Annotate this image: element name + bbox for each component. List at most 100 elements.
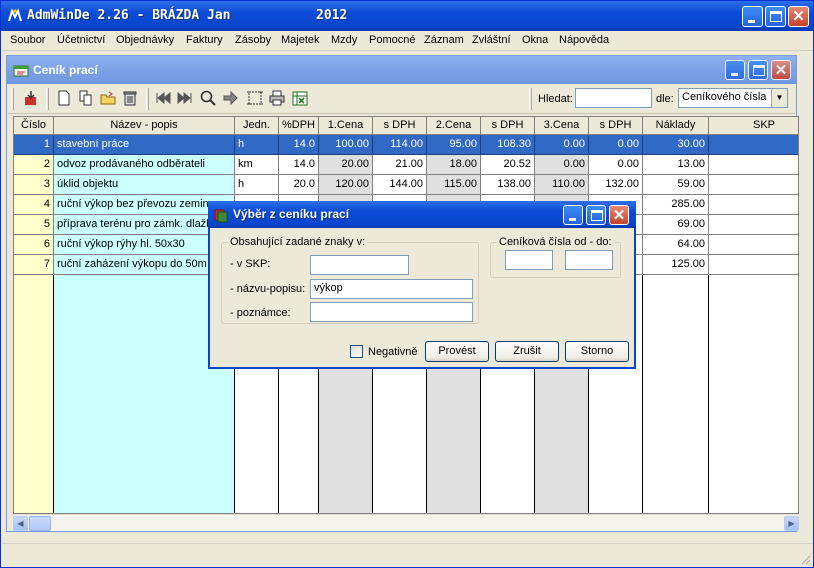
table-cell[interactable]: 20.52 (481, 155, 535, 175)
table-cell[interactable]: 0.00 (589, 135, 643, 155)
menu-soubor[interactable]: Soubor (10, 34, 45, 46)
filter-dialog-title-bar[interactable]: Výběr z ceníku prací ✕ (208, 201, 636, 228)
table-cell[interactable]: 120.00 (319, 175, 373, 195)
print-icon[interactable] (268, 89, 286, 107)
table-cell[interactable]: 132.00 (589, 175, 643, 195)
column-header[interactable]: Náklady (643, 117, 709, 135)
table-cell[interactable]: 20.0 (279, 175, 319, 195)
table-cell[interactable] (709, 155, 798, 175)
execute-button[interactable]: Provést (425, 341, 489, 362)
name-input[interactable]: výkop (310, 279, 473, 299)
column-header[interactable]: s DPH (481, 117, 535, 135)
skp-input[interactable] (310, 255, 409, 275)
table-row[interactable]: 1 stavební práce h 14.0 100.00 114.00 95.00 108… (14, 135, 798, 155)
dialog-maximize-button[interactable] (586, 205, 606, 225)
column-header[interactable]: 3.Cena (535, 117, 589, 135)
menu-majetek[interactable]: Majetek (281, 34, 320, 46)
table-cell[interactable] (709, 135, 798, 155)
column-header[interactable]: s DPH (373, 117, 427, 135)
table-cell[interactable]: 0.00 (589, 155, 643, 175)
table-cell[interactable]: odvoz prodávaného odběrateli (54, 155, 235, 175)
table-cell[interactable]: 14.0 (279, 155, 319, 175)
excel-export-icon[interactable] (291, 89, 309, 107)
menu-napoveda[interactable]: Nápověda (559, 34, 609, 46)
table-cell[interactable]: 14.0 (279, 135, 319, 155)
search-icon[interactable] (199, 89, 217, 107)
table-cell[interactable]: 3 (14, 175, 54, 195)
menu-zasoby[interactable]: Zásoby (235, 34, 271, 46)
scrollbar-thumb[interactable] (29, 516, 51, 531)
search-input[interactable] (575, 88, 652, 108)
table-cell[interactable]: 18.00 (427, 155, 481, 175)
table-cell[interactable]: 115.00 (427, 175, 481, 195)
resize-grip-icon[interactable] (799, 553, 811, 565)
table-cell[interactable]: h (235, 135, 279, 155)
menu-mzdy[interactable]: Mzdy (331, 34, 357, 46)
table-cell[interactable] (709, 255, 798, 275)
maximize-button[interactable] (765, 6, 786, 27)
column-header[interactable]: 1.Cena (319, 117, 373, 135)
note-input[interactable] (310, 302, 473, 322)
table-cell[interactable]: úklid objektu (54, 175, 235, 195)
table-cell[interactable]: 108.30 (481, 135, 535, 155)
goto-arrow-icon[interactable] (221, 89, 239, 107)
child-maximize-button[interactable] (748, 60, 768, 80)
table-cell[interactable]: 2 (14, 155, 54, 175)
search-by-select[interactable]: Ceníkového čísla ▼ (678, 88, 788, 108)
range-to-input[interactable] (565, 250, 613, 270)
last-record-icon[interactable] (176, 89, 194, 107)
table-cell[interactable]: 114.00 (373, 135, 427, 155)
table-cell[interactable]: 1 (14, 135, 54, 155)
scroll-right-icon[interactable]: ▶ (784, 516, 799, 531)
table-cell[interactable]: 138.00 (481, 175, 535, 195)
column-header[interactable]: Jedn. (235, 117, 279, 135)
copy-icon[interactable] (77, 89, 95, 107)
table-cell[interactable]: 13.00 (643, 155, 709, 175)
table-cell[interactable]: 6 (14, 235, 54, 255)
table-cell[interactable]: 69.00 (643, 215, 709, 235)
table-cell[interactable]: 64.00 (643, 235, 709, 255)
menu-pomocne[interactable]: Pomocné (369, 34, 415, 46)
table-cell[interactable]: 0.00 (535, 135, 589, 155)
table-cell[interactable]: h (235, 175, 279, 195)
table-cell[interactable]: 30.00 (643, 135, 709, 155)
price-list-title-bar[interactable]: Ceník prací ✕ (7, 56, 796, 84)
negative-checkbox[interactable] (350, 345, 363, 358)
column-header[interactable]: s DPH (589, 117, 643, 135)
menu-objednavky[interactable]: Objednávky (116, 34, 174, 46)
table-cell[interactable] (709, 175, 798, 195)
scroll-left-icon[interactable]: ◀ (13, 516, 28, 531)
table-cell[interactable]: 5 (14, 215, 54, 235)
column-header[interactable]: Název - popis (54, 117, 235, 135)
storno-button[interactable]: Storno (565, 341, 629, 362)
first-record-icon[interactable] (154, 89, 172, 107)
table-cell[interactable]: 144.00 (373, 175, 427, 195)
clear-filter-button[interactable]: Zrušit (495, 341, 559, 362)
open-folder-icon[interactable] (99, 89, 117, 107)
column-header[interactable]: SKP (709, 117, 798, 135)
table-cell[interactable]: 95.00 (427, 135, 481, 155)
exit-icon[interactable] (22, 89, 40, 107)
menu-okna[interactable]: Okna (522, 34, 548, 46)
table-row[interactable]: 2 odvoz prodávaného odběrateli km 14.0 20.00… (14, 155, 798, 175)
range-from-input[interactable] (505, 250, 553, 270)
chevron-down-icon[interactable]: ▼ (771, 89, 787, 107)
table-cell[interactable]: 4 (14, 195, 54, 215)
table-cell[interactable]: 110.00 (535, 175, 589, 195)
menu-ucetnictvi[interactable]: Účetnictví (57, 34, 105, 46)
table-cell[interactable] (709, 215, 798, 235)
menu-zvlastni[interactable]: Zvláštní (472, 34, 511, 46)
table-cell[interactable]: 20.00 (319, 155, 373, 175)
select-range-icon[interactable] (246, 89, 264, 107)
dialog-close-button[interactable]: ✕ (609, 205, 629, 225)
column-header[interactable]: %DPH (279, 117, 319, 135)
dialog-minimize-button[interactable] (563, 205, 583, 225)
minimize-button[interactable] (742, 6, 763, 27)
table-cell[interactable]: 59.00 (643, 175, 709, 195)
new-document-icon[interactable] (55, 89, 73, 107)
table-cell[interactable] (709, 195, 798, 215)
table-cell[interactable]: 0.00 (535, 155, 589, 175)
table-cell[interactable]: 21.00 (373, 155, 427, 175)
delete-icon[interactable] (121, 89, 139, 107)
table-row[interactable]: 3 úklid objektu h 20.0 120.00 144.00 115.00 138… (14, 175, 798, 195)
